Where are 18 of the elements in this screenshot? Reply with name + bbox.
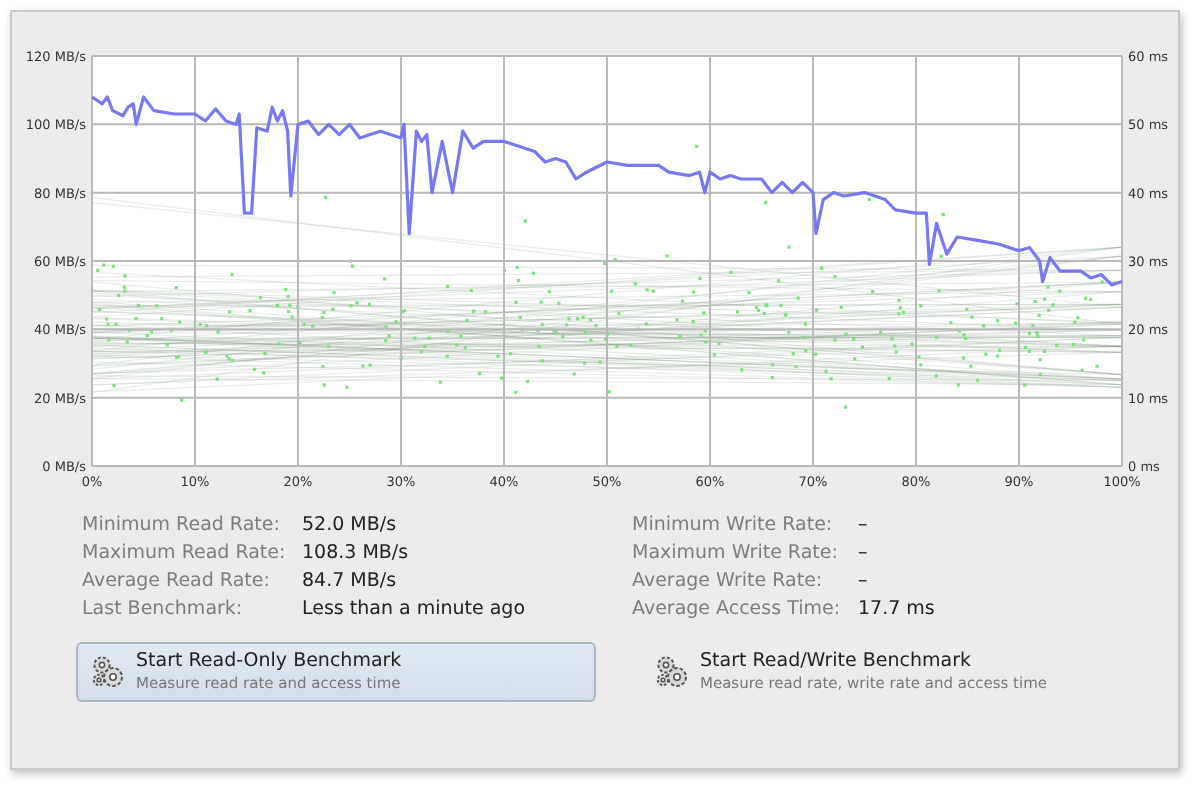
stat-value: 84.7 MB/s (302, 570, 399, 592)
stat-label: Average Write Rate: (632, 570, 825, 592)
stat-label: Minimum Read Rate: (82, 514, 282, 536)
stat-value: – (858, 570, 870, 592)
stat-value: – (858, 514, 870, 536)
stat-value: 17.7 ms (858, 598, 937, 620)
stat-value: Less than a minute ago (302, 598, 528, 620)
gears-icon (90, 654, 126, 690)
stat-value: 108.3 MB/s (302, 542, 411, 564)
stat-value: 52.0 MB/s (302, 514, 399, 536)
stat-label: Average Read Rate: (82, 570, 272, 592)
stat-value: – (858, 542, 870, 564)
stat-label: Last Benchmark: (82, 598, 245, 620)
gears-icon (654, 654, 690, 690)
stat-label: Minimum Write Rate: (632, 514, 835, 536)
stat-label: Maximum Read Rate: (82, 542, 288, 564)
stat-label: Average Access Time: (632, 598, 843, 620)
stat-label: Maximum Write Rate: (632, 542, 840, 564)
